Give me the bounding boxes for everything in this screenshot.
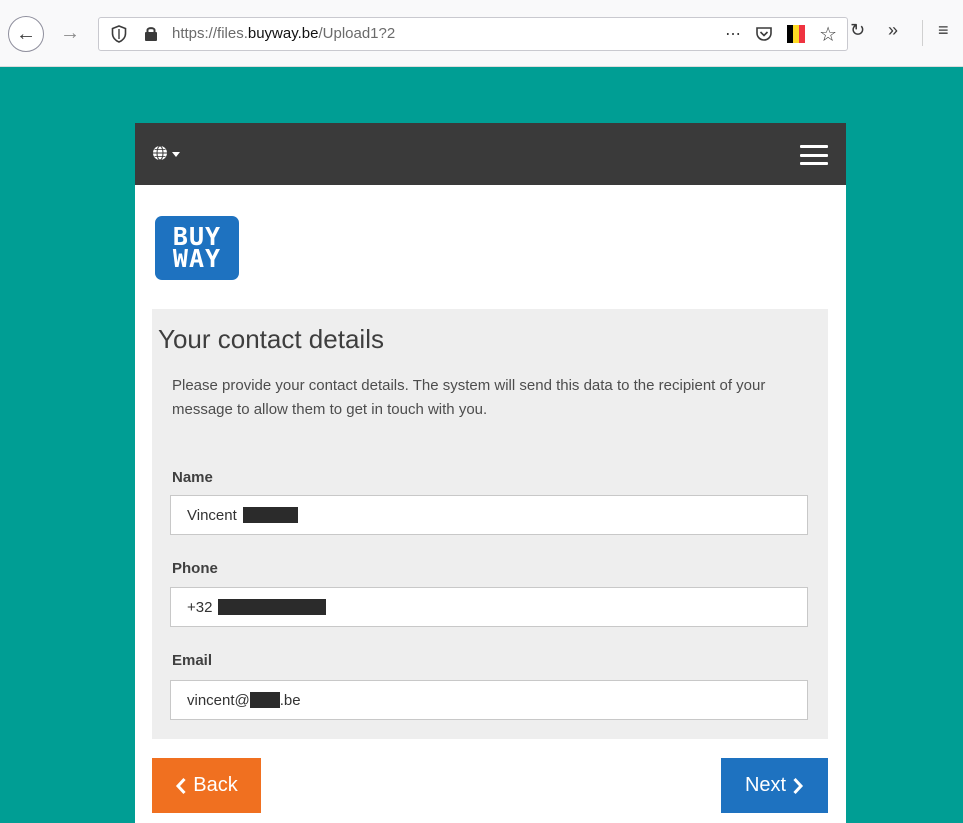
upload-card: BUY WAY Your contact details Please prov… xyxy=(135,123,846,823)
toolbar-separator xyxy=(922,20,923,46)
forward-arrow-icon[interactable]: → xyxy=(56,20,84,46)
email-label: Email xyxy=(172,652,213,669)
phone-label: Phone xyxy=(172,560,218,577)
more-icon[interactable]: ⋯ xyxy=(725,24,741,44)
form-description: Please provide your contact details. The… xyxy=(172,377,766,418)
url-text[interactable]: https://files.buyway.be/Upload1?2 xyxy=(172,25,395,42)
name-label: Name xyxy=(172,469,213,486)
pocket-icon[interactable] xyxy=(755,25,773,43)
belgium-flag-icon[interactable] xyxy=(787,25,806,43)
contact-form-panel: Your contact details Please provide your… xyxy=(152,309,828,739)
redaction-bar xyxy=(249,692,280,708)
back-arrow-icon[interactable]: ← xyxy=(8,16,44,52)
phone-field[interactable]: +32 xyxy=(170,587,808,627)
menu-icon[interactable]: ≡ xyxy=(938,20,949,41)
star-icon[interactable]: ☆ xyxy=(819,22,837,47)
top-navbar xyxy=(135,123,846,185)
buyway-logo: BUY WAY xyxy=(155,216,239,280)
name-field[interactable]: Vincent xyxy=(170,495,808,535)
chevron-right-icon xyxy=(793,777,804,794)
lock-icon[interactable] xyxy=(144,25,158,42)
back-button[interactable]: Back xyxy=(152,758,261,813)
redaction-bar xyxy=(242,507,298,523)
email-field[interactable]: vincent@ .be xyxy=(170,680,808,720)
caret-down-icon[interactable] xyxy=(172,152,180,157)
overflow-icon[interactable]: » xyxy=(888,20,898,41)
chevron-left-icon xyxy=(176,777,186,794)
next-button[interactable]: Next xyxy=(721,758,828,813)
back-button-label: Back xyxy=(193,774,238,796)
address-bar[interactable]: https://files.buyway.be/Upload1?2 ⋯ ☆ xyxy=(98,17,848,51)
next-button-label: Next xyxy=(744,774,787,796)
globe-icon[interactable] xyxy=(152,145,168,161)
redaction-bar xyxy=(218,599,327,615)
browser-toolbar: ← → https://files.buyway.be/Upload1?2 ⋯ … xyxy=(0,0,963,67)
reload-icon[interactable]: ↻ xyxy=(850,20,865,41)
hamburger-menu-icon[interactable] xyxy=(800,145,828,165)
shield-icon[interactable] xyxy=(111,25,127,43)
form-title: Your contact details xyxy=(158,324,384,354)
